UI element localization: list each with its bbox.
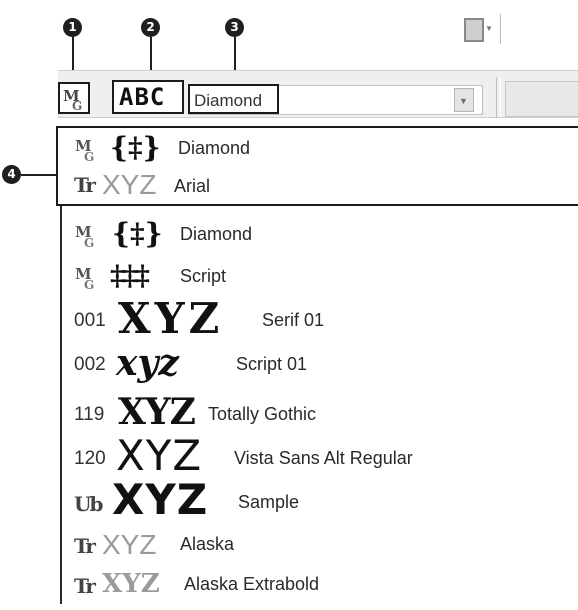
- monogram-mode-button[interactable]: M G: [58, 82, 90, 114]
- chevron-down-icon: ▼: [459, 96, 468, 106]
- font-name: Arial: [174, 176, 211, 196]
- callout-1: 1: [63, 18, 82, 37]
- svg-text:G: G: [84, 278, 94, 292]
- toolbar-right-group: [505, 81, 578, 117]
- toolbar-button-partial[interactable]: [500, 14, 521, 44]
- font-sample: XYZ: [102, 569, 160, 599]
- font-name: Alaska Extrabold: [184, 574, 320, 594]
- font-sample: XYZ: [118, 391, 196, 433]
- font-sample: ‡‡‡: [110, 259, 150, 292]
- callout-4: 4: [2, 165, 21, 184]
- monogram-icon: M G: [75, 265, 94, 292]
- font-select-dropdown-button[interactable]: ▼: [454, 88, 474, 112]
- callout-2: 2: [141, 18, 160, 37]
- callout-4-leader: [21, 174, 57, 176]
- font-number: 002: [74, 354, 106, 375]
- svg-text:G: G: [72, 99, 82, 113]
- chevron-down-icon: ▼: [485, 24, 493, 33]
- font-number: 120: [74, 448, 106, 469]
- recent-fonts-section: M G {‡} Diamond Tr XYZ Arial: [56, 126, 578, 206]
- font-list-item[interactable]: M G {‡} Diamond: [62, 217, 562, 258]
- truetype-icon: Tr: [74, 173, 96, 197]
- font-sample: XYZ: [112, 475, 209, 524]
- user-font-icon: Ub: [74, 492, 103, 516]
- font-number: 119: [74, 404, 105, 425]
- font-name: Diamond: [178, 138, 251, 158]
- thread-color-button[interactable]: ▼: [460, 14, 496, 44]
- font-sample: {‡}: [112, 217, 163, 250]
- font-name: Serif 01: [262, 310, 325, 330]
- monogram-icon: M G: [63, 87, 82, 113]
- font-list-item[interactable]: Ub XYZ Sample: [62, 475, 562, 528]
- recent-font-item[interactable]: Tr XYZ Arial: [74, 169, 574, 210]
- font-style-preview[interactable]: ABC: [112, 80, 184, 114]
- font-sample: XYZ: [102, 169, 157, 200]
- svg-text:G: G: [84, 236, 94, 250]
- font-name: Diamond: [180, 224, 253, 244]
- style-preview-text: ABC: [119, 83, 166, 111]
- font-sample: XYZ: [116, 431, 203, 480]
- recent-font-item[interactable]: M G {‡} Diamond: [74, 131, 574, 172]
- font-select-callout-frame: [188, 84, 279, 114]
- font-name: Script: [180, 266, 227, 286]
- font-list-item[interactable]: Tr XYZ Alaska: [62, 529, 562, 570]
- font-number: 001: [74, 310, 106, 331]
- font-sample: xyz: [116, 342, 179, 384]
- font-name: Totally Gothic: [208, 404, 317, 424]
- font-name: Alaska: [180, 534, 235, 554]
- truetype-icon: Tr: [74, 574, 96, 598]
- font-list-item[interactable]: Tr XYZ Alaska Extrabold: [62, 569, 562, 610]
- monogram-icon: M G: [75, 137, 94, 164]
- font-name: Vista Sans Alt Regular: [234, 448, 413, 468]
- font-sample: {‡}: [110, 131, 161, 164]
- font-list: M G {‡} Diamond M G ‡‡‡ Script 001 XYZ S…: [60, 206, 578, 604]
- font-name: Script 01: [236, 354, 308, 374]
- truetype-icon: Tr: [74, 534, 96, 558]
- font-sample: XYZ: [118, 294, 224, 343]
- callout-3: 3: [225, 18, 244, 37]
- font-list-item[interactable]: 002 xyz Script 01: [62, 342, 562, 386]
- svg-text:G: G: [84, 150, 94, 164]
- toolbar-separator: [496, 77, 501, 117]
- font-name: Sample: [238, 492, 300, 512]
- thread-color-icon: [464, 18, 484, 42]
- monogram-icon: M G: [75, 223, 94, 250]
- font-sample: XYZ: [102, 529, 157, 560]
